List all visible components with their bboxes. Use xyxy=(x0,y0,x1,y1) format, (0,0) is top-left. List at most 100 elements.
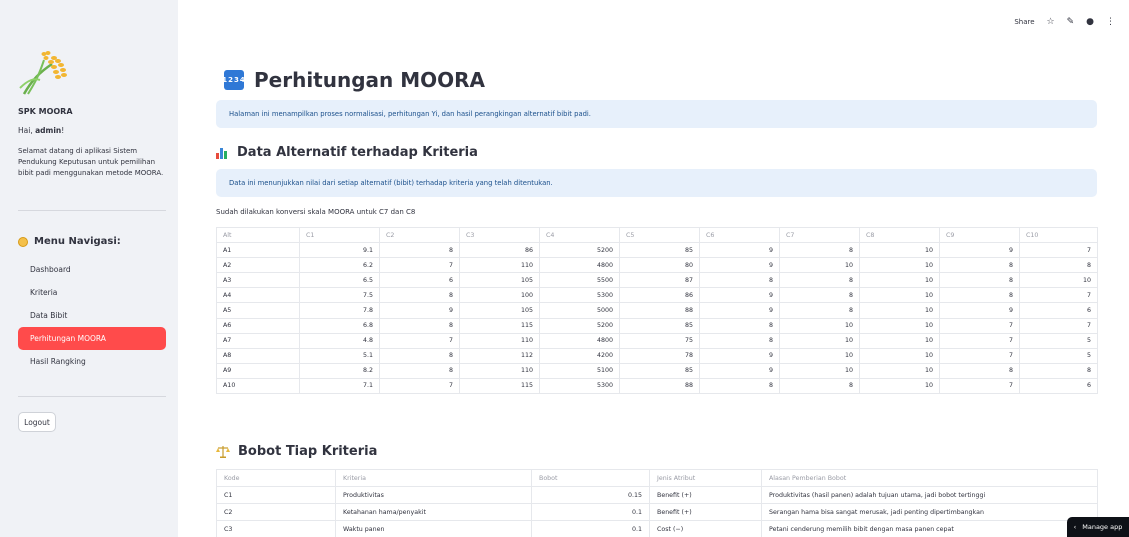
table-cell[interactable]: 10 xyxy=(1019,272,1098,289)
table-cell[interactable]: 0.1 xyxy=(531,503,650,521)
table-cell[interactable]: 7 xyxy=(379,377,460,395)
table-cell[interactable]: 8 xyxy=(779,242,860,259)
table-cell[interactable]: C1 xyxy=(216,486,336,504)
table-cell[interactable]: Waktu panen xyxy=(335,520,532,537)
table-cell[interactable]: 8 xyxy=(379,317,460,334)
table-cell[interactable]: 85 xyxy=(619,317,700,334)
table-cell[interactable]: 75 xyxy=(619,332,700,349)
table-cell[interactable]: 10 xyxy=(779,332,860,349)
table-cell[interactable]: 115 xyxy=(459,377,540,395)
table-cell[interactable]: 8 xyxy=(939,362,1020,379)
column-header[interactable]: Kriteria xyxy=(335,469,532,487)
table-cell[interactable]: A6 xyxy=(216,317,300,334)
table-cell[interactable]: 80 xyxy=(619,257,700,274)
weights-table[interactable]: Kode Kriteria Bobot Jenis Atribut Alasan… xyxy=(216,469,1098,537)
table-cell[interactable]: 9 xyxy=(699,257,780,274)
table-cell[interactable]: 110 xyxy=(459,257,540,274)
table-cell[interactable]: A3 xyxy=(216,272,300,289)
table-cell[interactable]: 7 xyxy=(1019,287,1098,304)
table-cell[interactable]: 5300 xyxy=(539,287,620,304)
table-cell[interactable]: 110 xyxy=(459,332,540,349)
table-cell[interactable]: 105 xyxy=(459,272,540,289)
table-cell[interactable]: 9 xyxy=(699,287,780,304)
column-header[interactable]: C1 xyxy=(299,226,380,244)
table-cell[interactable]: 85 xyxy=(619,362,700,379)
table-cell[interactable]: 8 xyxy=(779,302,860,319)
table-cell[interactable]: 10 xyxy=(859,287,940,304)
column-header[interactable]: Jenis Atribut xyxy=(649,469,762,487)
table-cell[interactable]: 5.1 xyxy=(299,347,380,364)
table-cell[interactable]: A1 xyxy=(216,242,300,259)
table-cell[interactable]: 7 xyxy=(939,377,1020,395)
table-cell[interactable]: 8 xyxy=(939,287,1020,304)
table-cell[interactable]: 8 xyxy=(1019,257,1098,274)
table-cell[interactable]: 10 xyxy=(859,272,940,289)
table-cell[interactable]: 7 xyxy=(1019,242,1098,259)
table-cell[interactable]: 8 xyxy=(379,242,460,259)
table-cell[interactable]: 9 xyxy=(699,302,780,319)
share-button[interactable]: Share xyxy=(1014,18,1034,26)
sidebar-item-data-bibit[interactable]: Data Bibit xyxy=(18,304,166,327)
table-cell[interactable]: 5 xyxy=(1019,347,1098,364)
github-icon[interactable]: ● xyxy=(1086,17,1094,27)
table-cell[interactable]: 6 xyxy=(1019,302,1098,319)
table-cell[interactable]: A5 xyxy=(216,302,300,319)
table-cell[interactable]: 9 xyxy=(379,302,460,319)
table-cell[interactable]: 10 xyxy=(859,257,940,274)
table-cell[interactable]: 110 xyxy=(459,362,540,379)
table-cell[interactable]: 7 xyxy=(379,332,460,349)
table-cell[interactable]: 10 xyxy=(859,302,940,319)
column-header[interactable]: C2 xyxy=(379,226,460,244)
table-cell[interactable]: 86 xyxy=(459,242,540,259)
table-cell[interactable]: 8 xyxy=(379,347,460,364)
table-cell[interactable]: 7.8 xyxy=(299,302,380,319)
sidebar-item-dashboard[interactable]: Dashboard xyxy=(18,258,166,281)
table-cell[interactable]: 5200 xyxy=(539,317,620,334)
table-cell[interactable]: Produktivitas xyxy=(335,486,532,504)
table-cell[interactable]: 0.15 xyxy=(531,486,650,504)
table-cell[interactable]: 5000 xyxy=(539,302,620,319)
column-header[interactable]: Alt xyxy=(216,226,300,244)
table-cell[interactable]: 6 xyxy=(379,272,460,289)
table-cell[interactable]: 8 xyxy=(939,272,1020,289)
table-cell[interactable]: 7 xyxy=(939,347,1020,364)
table-cell[interactable]: 5 xyxy=(1019,332,1098,349)
table-cell[interactable]: Benefit (+) xyxy=(649,486,762,504)
star-icon[interactable]: ☆ xyxy=(1047,17,1055,27)
table-cell[interactable]: 7 xyxy=(939,332,1020,349)
column-header[interactable]: Alasan Pemberian Bobot xyxy=(761,469,1098,487)
table-cell[interactable]: Ketahanan hama/penyakit xyxy=(335,503,532,521)
table-cell[interactable]: 9 xyxy=(699,242,780,259)
manage-app-button[interactable]: ‹ Manage app xyxy=(1067,517,1129,537)
table-cell[interactable]: Cost (−) xyxy=(649,520,762,537)
table-cell[interactable]: 10 xyxy=(859,362,940,379)
table-cell[interactable]: 7.5 xyxy=(299,287,380,304)
table-cell[interactable]: 10 xyxy=(859,377,940,395)
table-cell[interactable]: 5100 xyxy=(539,362,620,379)
table-cell[interactable]: 10 xyxy=(859,332,940,349)
table-cell[interactable]: A8 xyxy=(216,347,300,364)
table-cell[interactable]: A10 xyxy=(216,377,300,395)
table-cell[interactable]: A7 xyxy=(216,332,300,349)
table-cell[interactable]: 10 xyxy=(859,317,940,334)
table-cell[interactable]: C3 xyxy=(216,520,336,537)
table-cell[interactable]: 8 xyxy=(379,287,460,304)
table-cell[interactable]: A4 xyxy=(216,287,300,304)
table-cell[interactable]: 6.5 xyxy=(299,272,380,289)
table-cell[interactable]: 8.2 xyxy=(299,362,380,379)
table-cell[interactable]: 0.1 xyxy=(531,520,650,537)
table-cell[interactable]: 88 xyxy=(619,377,700,395)
table-cell[interactable]: A2 xyxy=(216,257,300,274)
table-cell[interactable]: 9 xyxy=(699,347,780,364)
table-cell[interactable]: 85 xyxy=(619,242,700,259)
table-cell[interactable]: 10 xyxy=(859,347,940,364)
table-cell[interactable]: 105 xyxy=(459,302,540,319)
table-cell[interactable]: 8 xyxy=(699,272,780,289)
table-cell[interactable]: 9.1 xyxy=(299,242,380,259)
column-header[interactable]: C7 xyxy=(779,226,860,244)
kebab-menu-icon[interactable]: ⋮ xyxy=(1106,17,1115,27)
table-cell[interactable]: 7 xyxy=(939,317,1020,334)
table-cell[interactable]: 9 xyxy=(699,362,780,379)
table-cell[interactable]: 10 xyxy=(779,257,860,274)
table-cell[interactable]: 8 xyxy=(939,257,1020,274)
